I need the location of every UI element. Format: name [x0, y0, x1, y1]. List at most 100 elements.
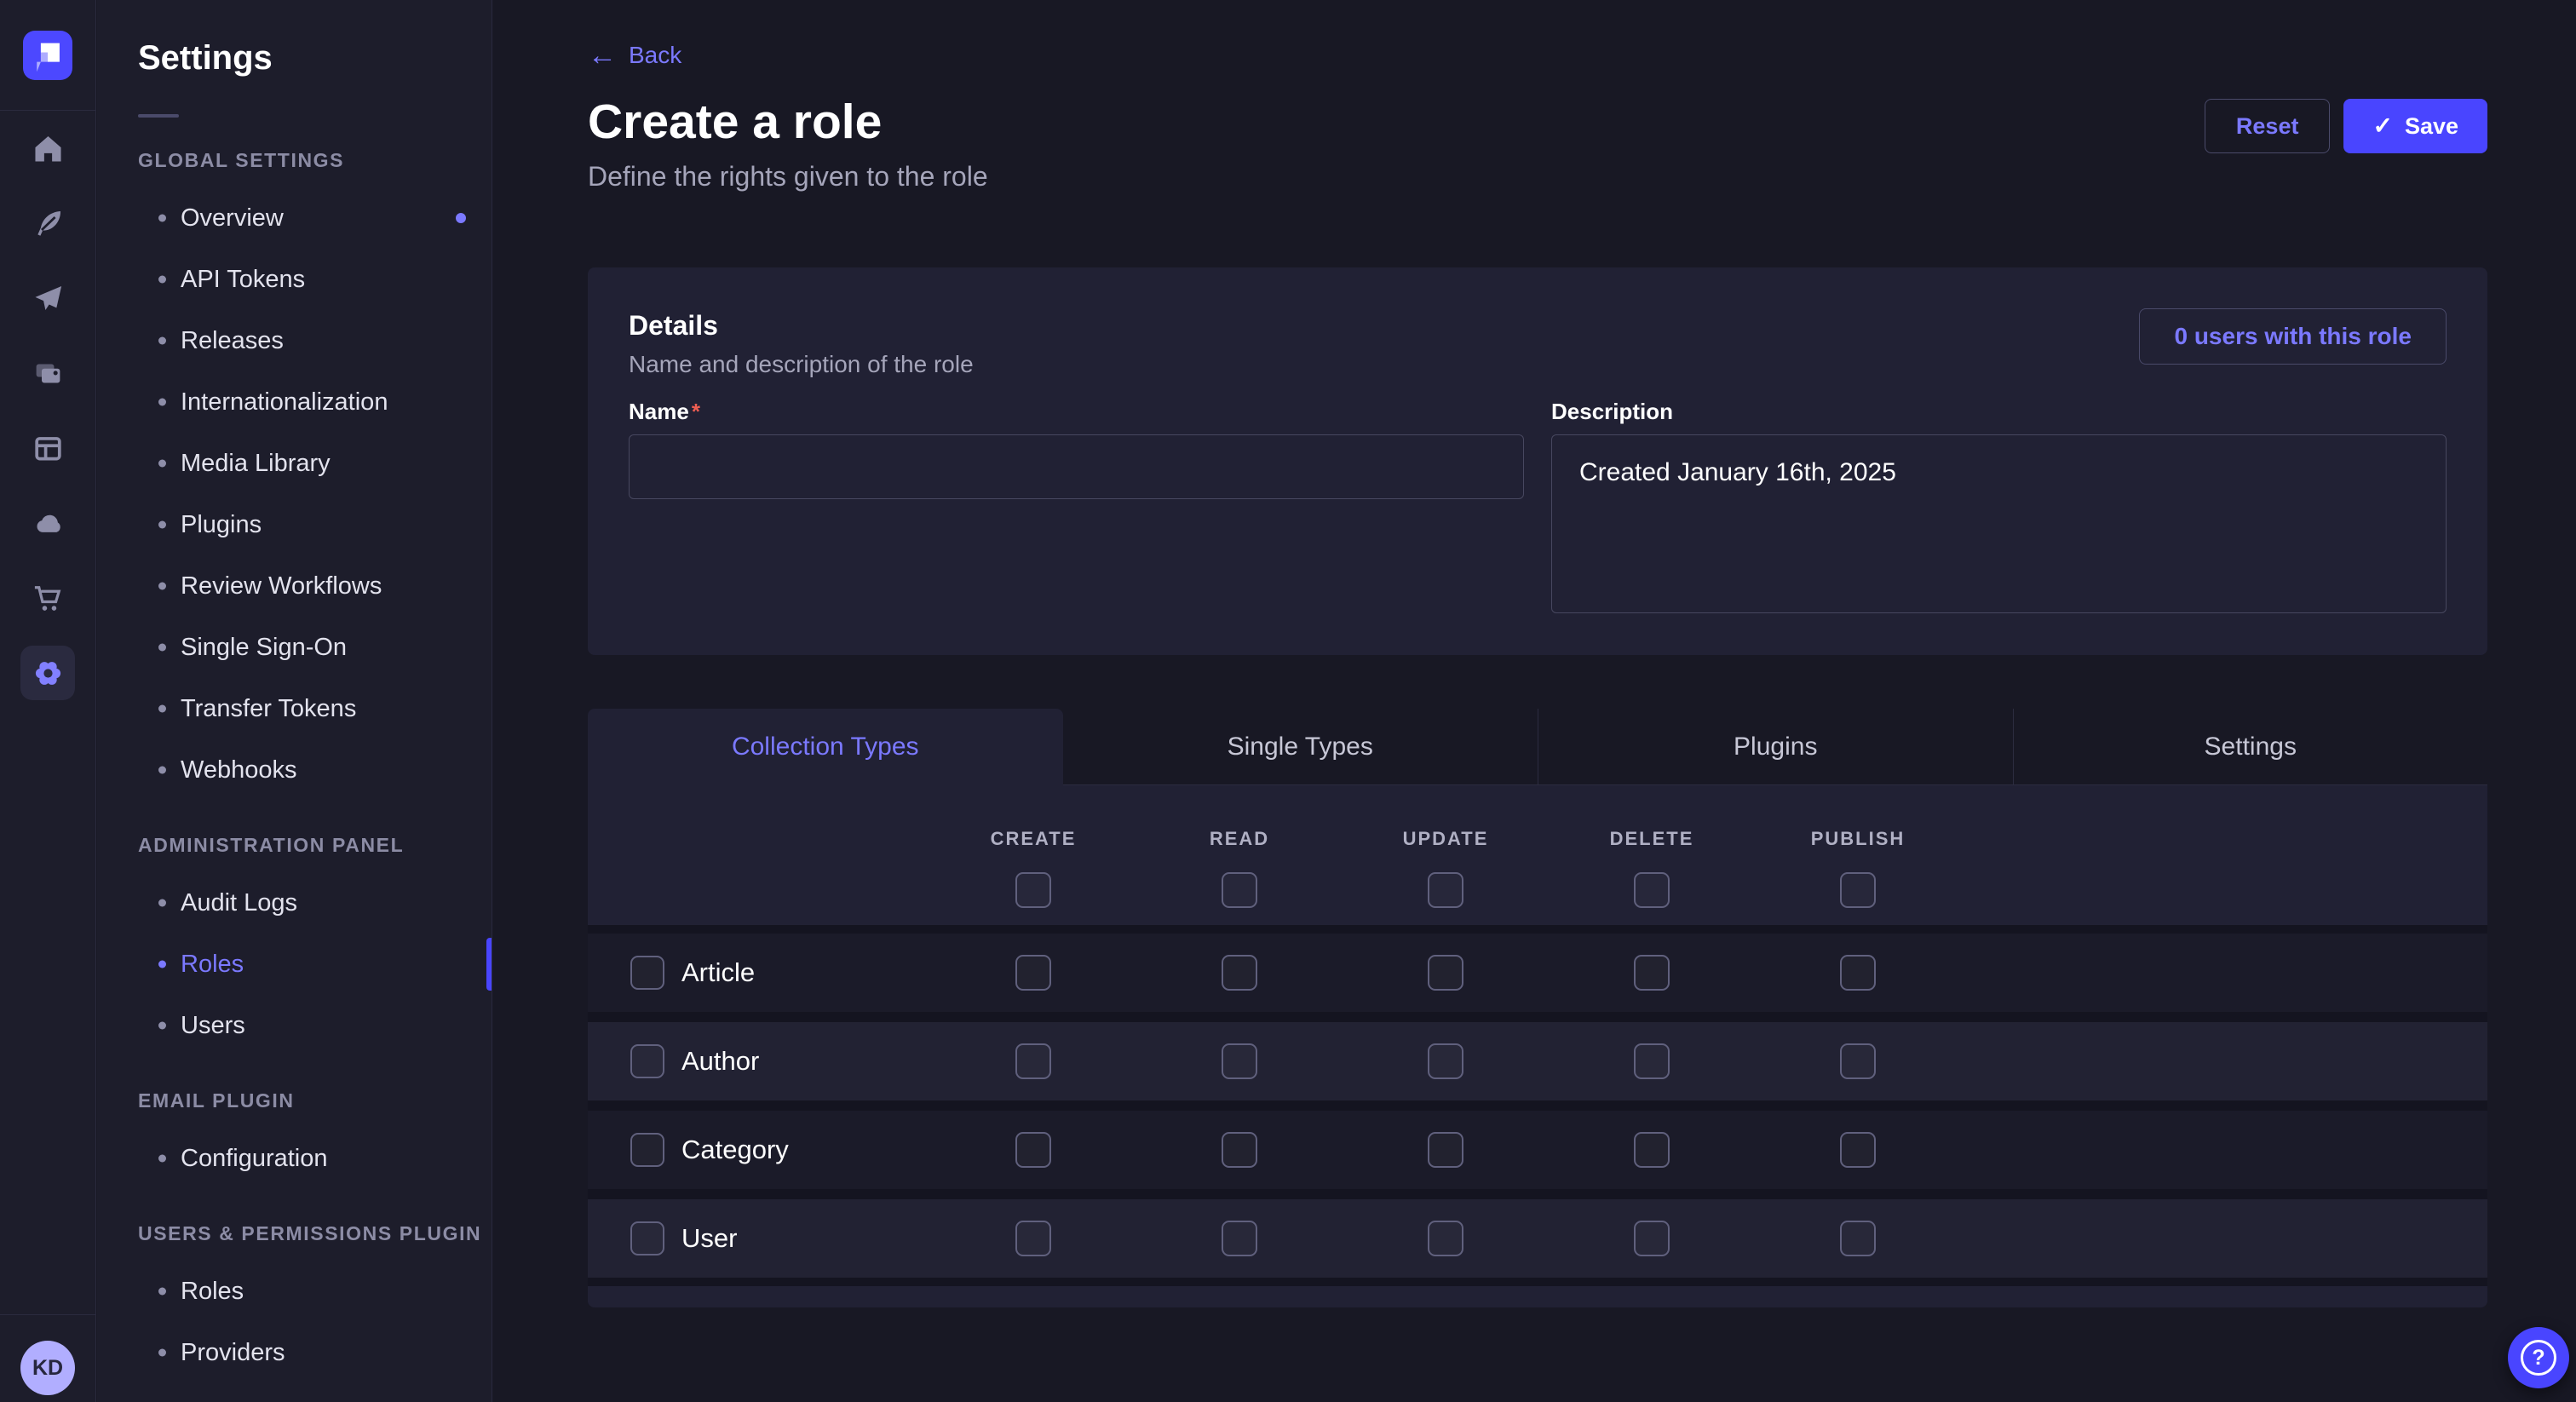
row-select-checkbox-author[interactable]	[630, 1044, 664, 1078]
subnav-divider	[138, 114, 179, 118]
sidebar-item-transfer-tokens[interactable]: Transfer Tokens	[97, 678, 492, 739]
row-select-checkbox-category[interactable]	[630, 1133, 664, 1167]
select-all-update-checkbox[interactable]	[1428, 872, 1463, 908]
avatar[interactable]: KD	[20, 1341, 75, 1395]
select-all-read-checkbox[interactable]	[1222, 872, 1257, 908]
permission-cell	[1549, 1221, 1755, 1256]
rail-item-deploy-cloud[interactable]	[0, 486, 95, 560]
permission-cell	[930, 955, 1136, 991]
subnav-section: ADMINISTRATION PANELAudit LogsRolesUsers	[97, 818, 492, 1056]
sidebar-item-api-tokens[interactable]: API Tokens	[97, 249, 492, 310]
tab-settings[interactable]: Settings	[2013, 709, 2488, 785]
sidebar-item-internationalization[interactable]: Internationalization	[97, 371, 492, 433]
sidebar-item-roles[interactable]: Roles	[97, 1261, 492, 1322]
column-header-read: Read	[1136, 828, 1343, 850]
page-title: Create a role	[588, 92, 2487, 152]
tab-single-types[interactable]: Single Types	[1063, 709, 1538, 785]
home-icon	[32, 133, 64, 164]
category-delete-checkbox[interactable]	[1634, 1132, 1670, 1168]
row-select-checkbox-article[interactable]	[630, 956, 664, 990]
permissions-panel: Collection TypesSingle TypesPluginsSetti…	[588, 709, 2487, 1307]
rail-item-release-paper-plane[interactable]	[0, 261, 95, 336]
user-delete-checkbox[interactable]	[1634, 1221, 1670, 1256]
author-delete-checkbox[interactable]	[1634, 1043, 1670, 1079]
rail-item-settings-gear[interactable]	[0, 635, 95, 710]
sidebar-item-label: Audit Logs	[181, 889, 297, 917]
permission-cell	[930, 1132, 1136, 1168]
help-button[interactable]: ?	[2508, 1327, 2569, 1388]
rail-item-content-manager-feather[interactable]	[0, 186, 95, 261]
main-nav-rail: KD	[0, 0, 96, 1402]
help-question-icon: ?	[2521, 1340, 2556, 1376]
sidebar-item-providers[interactable]: Providers	[97, 1322, 492, 1383]
permission-cell	[1136, 1132, 1343, 1168]
permission-cell	[1343, 1132, 1549, 1168]
sidebar-item-overview[interactable]: Overview	[97, 187, 492, 249]
subnav-section-label: GLOBAL SETTINGS	[97, 133, 492, 187]
checkbox-cell	[1136, 872, 1343, 908]
rail-item-content-type-builder-layout[interactable]	[0, 411, 95, 486]
reset-button[interactable]: Reset	[2205, 99, 2331, 153]
back-label: Back	[629, 42, 681, 69]
article-read-checkbox[interactable]	[1222, 955, 1257, 991]
description-field[interactable]: Created January 16th, 2025	[1551, 434, 2447, 613]
category-read-checkbox[interactable]	[1222, 1132, 1257, 1168]
name-field[interactable]	[629, 434, 1524, 499]
release-paper-plane-icon	[32, 283, 64, 314]
sidebar-item-roles[interactable]: Roles	[97, 934, 492, 995]
author-read-checkbox[interactable]	[1222, 1043, 1257, 1079]
permission-cell	[1136, 1043, 1343, 1079]
sidebar-item-configuration[interactable]: Configuration	[97, 1128, 492, 1189]
sidebar-item-single-sign-on[interactable]: Single Sign-On	[97, 617, 492, 678]
select-all-create-checkbox[interactable]	[1015, 872, 1051, 908]
author-create-checkbox[interactable]	[1015, 1043, 1051, 1079]
article-create-checkbox[interactable]	[1015, 955, 1051, 991]
user-read-checkbox[interactable]	[1222, 1221, 1257, 1256]
checkbox-cell	[1343, 872, 1549, 908]
select-all-delete-checkbox[interactable]	[1634, 872, 1670, 908]
subnav-section-label: EMAIL PLUGIN	[97, 1073, 492, 1128]
user-publish-checkbox[interactable]	[1840, 1221, 1876, 1256]
author-update-checkbox[interactable]	[1428, 1043, 1463, 1079]
checkbox-cell	[1755, 872, 1961, 908]
sidebar-item-label: Configuration	[181, 1145, 328, 1173]
sidebar-item-label: Releases	[181, 327, 284, 355]
required-asterisk: *	[692, 399, 700, 424]
back-link[interactable]: ← Back	[588, 41, 681, 70]
rail-item-media-library-pictures[interactable]	[0, 336, 95, 411]
article-update-checkbox[interactable]	[1428, 955, 1463, 991]
users-with-role-button[interactable]: 0 users with this role	[2139, 308, 2447, 365]
row-select-checkbox-user[interactable]	[630, 1221, 664, 1255]
select-all-publish-checkbox[interactable]	[1840, 872, 1876, 908]
sidebar-item-review-workflows[interactable]: Review Workflows	[97, 555, 492, 617]
strapi-logo[interactable]	[23, 31, 72, 80]
sidebar-item-label: Plugins	[181, 511, 262, 539]
sidebar-item-webhooks[interactable]: Webhooks	[97, 739, 492, 801]
tab-collection-types[interactable]: Collection Types	[588, 709, 1063, 785]
article-publish-checkbox[interactable]	[1840, 955, 1876, 991]
article-delete-checkbox[interactable]	[1634, 955, 1670, 991]
rail-item-marketplace-cart[interactable]	[0, 560, 95, 635]
author-publish-checkbox[interactable]	[1840, 1043, 1876, 1079]
sidebar-item-plugins[interactable]: Plugins	[97, 494, 492, 555]
category-update-checkbox[interactable]	[1428, 1132, 1463, 1168]
user-create-checkbox[interactable]	[1015, 1221, 1051, 1256]
category-publish-checkbox[interactable]	[1840, 1132, 1876, 1168]
save-button[interactable]: ✓ Save	[2343, 99, 2487, 153]
subnav-section: EMAIL PLUGIN Configuration	[97, 1073, 492, 1189]
rail-item-home[interactable]	[0, 111, 95, 186]
sidebar-item-users[interactable]: Users	[97, 995, 492, 1056]
permission-cell	[930, 1221, 1136, 1256]
category-create-checkbox[interactable]	[1015, 1132, 1051, 1168]
rail-divider	[0, 1314, 95, 1315]
tab-plugins[interactable]: Plugins	[1538, 709, 2013, 785]
sidebar-item-media-library[interactable]: Media Library	[97, 433, 492, 494]
deploy-cloud-icon	[32, 508, 64, 539]
sidebar-item-label: Overview	[181, 204, 284, 233]
sidebar-item-audit-logs[interactable]: Audit Logs	[97, 872, 492, 934]
permission-cell	[1549, 1132, 1755, 1168]
user-update-checkbox[interactable]	[1428, 1221, 1463, 1256]
sidebar-item-releases[interactable]: Releases	[97, 310, 492, 371]
sidebar-item-label: Media Library	[181, 450, 331, 478]
checkbox-cell	[930, 872, 1136, 908]
